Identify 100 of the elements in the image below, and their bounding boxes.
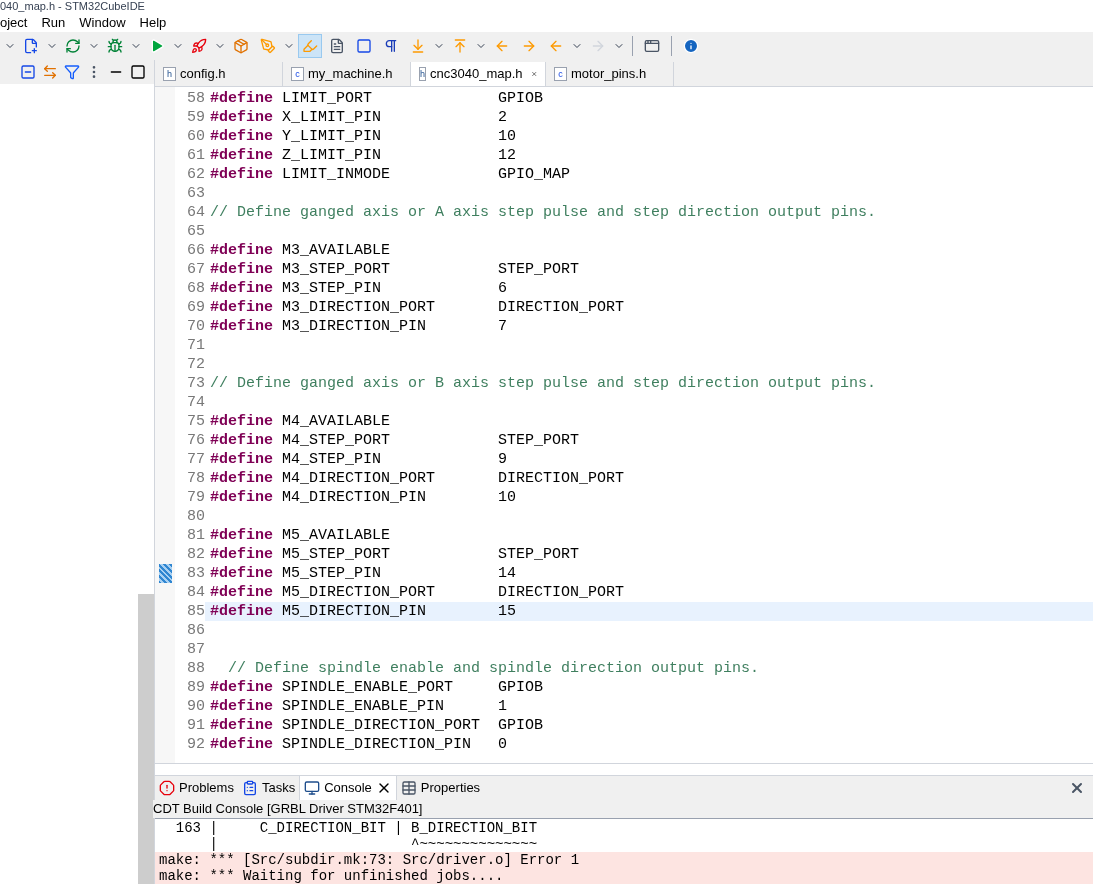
- menu-item[interactable]: oject: [0, 12, 28, 33]
- preprocessor-keyword: #define: [210, 469, 274, 488]
- tab-label: config.h: [180, 65, 226, 84]
- preprocessor-keyword: #define: [210, 108, 274, 127]
- macro-value: 10: [498, 127, 516, 146]
- editor-tab[interactable]: h cnc3040_map.h: [411, 62, 546, 86]
- menu-item[interactable]: Help: [139, 12, 167, 33]
- preprocessor-keyword: #define: [210, 431, 274, 450]
- macro-name: SPINDLE_DIRECTION_PIN: [282, 735, 473, 754]
- macro-name: M4_AVAILABLE: [282, 412, 392, 431]
- line-number: 65: [186, 222, 205, 241]
- line-number: 62: [186, 165, 205, 184]
- code-comment: // Define ganged axis or A axis step pulse and step direction output pins.: [210, 204, 877, 221]
- macro-value: GPIOB: [498, 89, 543, 108]
- tab-label: cnc3040_map.h: [430, 65, 523, 84]
- line-number: 74: [186, 393, 205, 412]
- preprocessor-keyword: #define: [210, 697, 274, 716]
- macro-name: M5_STEP_PIN: [282, 564, 383, 583]
- macro-name: X_LIMIT_PIN: [282, 108, 383, 127]
- preprocessor-keyword: #define: [210, 488, 274, 507]
- console-output-line: | ^~~~~~~~~~~~~~~: [208, 836, 539, 852]
- line-number: 68: [186, 279, 205, 298]
- macro-name: SPINDLE_DIRECTION_PORT: [282, 716, 482, 735]
- file-type-icon: c: [291, 67, 304, 81]
- macro-value: 1: [498, 697, 507, 716]
- macro-value: 14: [498, 564, 516, 583]
- macro-value: STEP_PORT: [498, 545, 579, 564]
- preprocessor-keyword: #define: [210, 450, 274, 469]
- preprocessor-keyword: #define: [210, 298, 274, 317]
- line-number: 59: [186, 108, 205, 127]
- line-number: 86: [186, 621, 205, 640]
- tab-label: Properties: [420, 779, 481, 798]
- collapse-all-icon[interactable]: [20, 64, 36, 80]
- preprocessor-keyword: #define: [210, 735, 274, 754]
- line-number: 61: [186, 146, 205, 165]
- macro-name: M3_STEP_PIN: [282, 279, 383, 298]
- menu-item[interactable]: Run: [41, 12, 66, 33]
- maximize-icon[interactable]: [130, 64, 146, 80]
- panel-tab[interactable]: Problems: [155, 776, 238, 800]
- line-number: 91: [186, 716, 205, 735]
- preprocessor-keyword: #define: [210, 545, 274, 564]
- panel-tab[interactable]: Tasks: [237, 776, 300, 800]
- code-comment: // Define spindle enable and spindle direction output pins.: [227, 660, 760, 677]
- macro-name: M4_DIRECTION_PIN: [282, 488, 428, 507]
- scrollbar-thumb[interactable]: [138, 594, 154, 884]
- line-number: 84: [186, 583, 205, 602]
- line-number: 92: [186, 735, 205, 754]
- line-number: 77: [186, 450, 205, 469]
- line-number: 85: [186, 602, 205, 621]
- macro-value: DIRECTION_PORT: [498, 469, 625, 488]
- preprocessor-keyword: #define: [210, 317, 274, 336]
- line-number: 90: [186, 697, 205, 716]
- tab-label: Tasks: [261, 779, 296, 798]
- macro-name: M5_AVAILABLE: [282, 526, 392, 545]
- macro-name: M5_DIRECTION_PORT: [282, 583, 437, 602]
- preprocessor-keyword: #define: [210, 165, 274, 184]
- line-number: 88: [186, 659, 205, 678]
- line-number: 78: [186, 469, 205, 488]
- preprocessor-keyword: #define: [210, 526, 274, 545]
- code-comment: // Define ganged axis or B axis step pulse and step direction output pins.: [210, 375, 877, 392]
- filter-icon[interactable]: [64, 64, 80, 80]
- preprocessor-keyword: #define: [210, 678, 274, 697]
- window-title: 040_map.h - STM32CubeIDE: [0, 0, 146, 13]
- file-type-icon: h: [419, 67, 426, 81]
- line-number: 60: [186, 127, 205, 146]
- line-number: 82: [186, 545, 205, 564]
- panel-tab[interactable]: Console: [299, 776, 397, 800]
- preprocessor-keyword: #define: [210, 716, 274, 735]
- macro-name: M4_STEP_PIN: [282, 450, 383, 469]
- macro-value: GPIO_MAP: [498, 165, 570, 184]
- preprocessor-keyword: #define: [210, 602, 274, 621]
- line-number: 81: [186, 526, 205, 545]
- menu-item[interactable]: Window: [79, 12, 126, 33]
- clear-console-icon[interactable]: [1069, 780, 1085, 796]
- macro-name: M5_STEP_PORT: [282, 545, 392, 564]
- macro-value: STEP_PORT: [498, 260, 579, 279]
- macro-name: SPINDLE_ENABLE_PORT: [282, 678, 455, 697]
- line-number: 69: [186, 298, 205, 317]
- preprocessor-keyword: #define: [210, 583, 274, 602]
- error-list-icon: [159, 780, 175, 796]
- macro-value: GPIOB: [498, 678, 543, 697]
- macro-name: SPINDLE_ENABLE_PIN: [282, 697, 446, 716]
- line-number: 80: [186, 507, 205, 526]
- macro-value: DIRECTION_PORT: [498, 583, 625, 602]
- macro-value: STEP_PORT: [498, 431, 579, 450]
- preprocessor-keyword: #define: [210, 89, 274, 108]
- preprocessor-keyword: #define: [210, 279, 274, 298]
- line-number: 75: [186, 412, 205, 431]
- preprocessor-keyword: #define: [210, 564, 274, 583]
- macro-name: M5_DIRECTION_PIN: [282, 602, 428, 621]
- link-arrows-icon[interactable]: [42, 64, 58, 80]
- clipboard-icon: [241, 780, 258, 796]
- macro-name: M3_DIRECTION_PORT: [282, 298, 437, 317]
- line-number: 70: [186, 317, 205, 336]
- line-number: 76: [186, 431, 205, 450]
- panel-tab[interactable]: Properties: [396, 776, 485, 800]
- preprocessor-keyword: #define: [210, 146, 274, 165]
- macro-value: 6: [498, 279, 507, 298]
- preprocessor-keyword: #define: [210, 260, 274, 279]
- preprocessor-keyword: #define: [210, 127, 274, 146]
